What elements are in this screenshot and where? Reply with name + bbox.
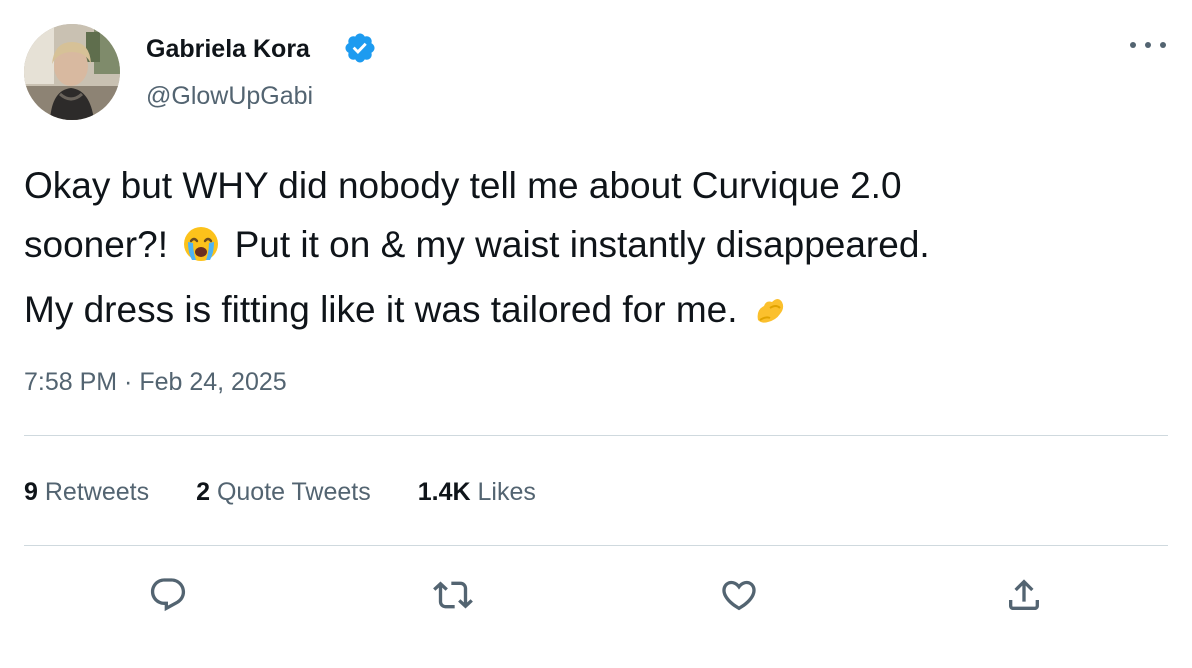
retweets-label: Retweets <box>44 478 150 506</box>
tweet-text: Okay but WHY did nobody tell me about Cu… <box>24 156 1174 345</box>
quote-tweets-stat[interactable]: 2 Quote Tweets <box>196 476 371 508</box>
display-name[interactable]: Gabriela Kora <box>146 33 310 65</box>
quote-tweets-count: 2 <box>196 478 210 506</box>
avatar[interactable] <box>24 24 120 120</box>
reply-icon <box>150 578 186 612</box>
tweet-text-line-1: Okay but WHY did nobody tell me about Cu… <box>24 156 1174 215</box>
share-button[interactable] <box>1002 573 1046 617</box>
tweet-text-segment: My dress is fitting like it was tailored… <box>24 289 738 330</box>
tweet-timestamp[interactable]: 7:58 PM · Feb 24, 2025 <box>24 366 287 398</box>
divider <box>24 435 1168 436</box>
pinched-fingers-icon <box>752 286 790 345</box>
tweet-text-segment: sooner?! <box>24 224 168 265</box>
verified-badge-icon <box>343 31 377 65</box>
retweets-stat[interactable]: 9 Retweets <box>24 476 149 508</box>
loudly-crying-face-icon <box>182 221 220 280</box>
tweet-stats: 9 Retweets 2 Quote Tweets 1.4K Likes <box>24 476 583 508</box>
quote-tweets-label: Quote Tweets <box>216 478 371 506</box>
likes-label: Likes <box>477 478 536 506</box>
divider <box>24 545 1168 546</box>
tweet-text-segment: Okay but WHY did nobody tell me about Cu… <box>24 165 902 206</box>
heart-icon <box>722 580 756 611</box>
tweet-text-line-2: sooner?! Put it on & my waist instantly … <box>24 215 1174 280</box>
retweet-button[interactable] <box>431 573 475 617</box>
user-handle[interactable]: @GlowUpGabi <box>146 80 313 112</box>
more-options-icon[interactable] <box>1130 34 1166 56</box>
retweet-icon <box>433 581 473 609</box>
likes-stat[interactable]: 1.4K Likes <box>418 476 536 508</box>
tweet-text-line-3: My dress is fitting like it was tailored… <box>24 280 1174 345</box>
tweet-text-segment: Put it on & my waist instantly disappear… <box>234 224 930 265</box>
like-button[interactable] <box>717 573 761 617</box>
share-icon <box>1009 579 1039 610</box>
tweet-card: Gabriela Kora @GlowUpGabi Okay but WHY d… <box>0 0 1192 668</box>
reply-button[interactable] <box>146 573 190 617</box>
retweets-count: 9 <box>24 478 38 506</box>
likes-count: 1.4K <box>417 478 471 506</box>
